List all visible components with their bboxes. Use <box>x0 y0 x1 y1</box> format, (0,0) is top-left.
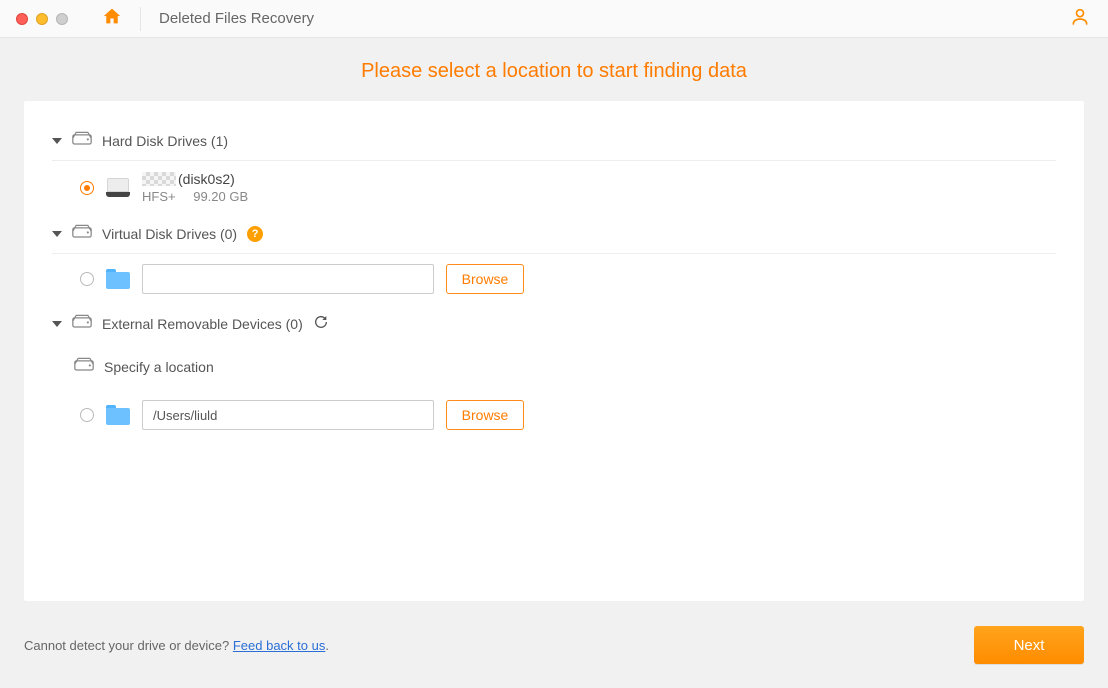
specify-location-header: Specify a location <box>52 343 1056 390</box>
specify-path-row: Browse <box>52 390 1056 444</box>
footer-suffix: . <box>325 638 329 653</box>
zoom-window-button[interactable] <box>56 13 68 25</box>
drive-thumbnail <box>142 172 176 186</box>
minimize-window-button[interactable] <box>36 13 48 25</box>
instruction-banner: Please select a location to start findin… <box>0 38 1108 101</box>
radio-select-specify[interactable] <box>80 408 94 422</box>
drive-icon <box>72 314 92 333</box>
window-controls <box>16 13 68 25</box>
next-button[interactable]: Next <box>974 626 1084 664</box>
titlebar: Deleted Files Recovery <box>0 0 1108 38</box>
refresh-icon[interactable] <box>313 314 329 333</box>
section-external-devices: External Removable Devices (0) Specify a… <box>52 314 1056 444</box>
section-header-hdd[interactable]: Hard Disk Drives (1) <box>52 131 1056 161</box>
vdd-path-row: Browse <box>52 254 1056 308</box>
footer: Cannot detect your drive or device? Feed… <box>0 626 1108 688</box>
section-header-ext[interactable]: External Removable Devices (0) <box>52 314 1056 343</box>
drive-icon <box>72 224 92 243</box>
feedback-link[interactable]: Feed back to us <box>233 638 326 653</box>
drive-name: (disk0s2) <box>178 171 235 187</box>
section-label: Virtual Disk Drives (0) <box>102 226 237 242</box>
location-card: Hard Disk Drives (1) (disk0s2) HFS+ 99.2… <box>24 101 1084 601</box>
footer-prompt: Cannot detect your drive or device? <box>24 638 233 653</box>
browse-button-specify[interactable]: Browse <box>446 400 524 430</box>
section-hard-disk-drives: Hard Disk Drives (1) (disk0s2) HFS+ 99.2… <box>52 131 1056 218</box>
drive-icon <box>72 131 92 150</box>
section-header-vdd[interactable]: Virtual Disk Drives (0) ? <box>52 224 1056 254</box>
close-window-button[interactable] <box>16 13 28 25</box>
folder-icon <box>106 405 130 425</box>
specify-path-input[interactable] <box>142 400 434 430</box>
drive-size: 99.20 GB <box>193 189 248 204</box>
footer-text: Cannot detect your drive or device? Feed… <box>24 638 329 653</box>
browse-button-vdd[interactable]: Browse <box>446 264 524 294</box>
hard-drive-icon <box>106 178 130 197</box>
chevron-down-icon <box>52 231 62 237</box>
page-title: Deleted Files Recovery <box>159 10 314 27</box>
folder-icon <box>106 269 130 289</box>
specify-label: Specify a location <box>104 359 214 375</box>
section-label: Hard Disk Drives (1) <box>102 133 228 149</box>
home-icon[interactable] <box>102 7 122 30</box>
drive-meta: (disk0s2) HFS+ 99.20 GB <box>142 171 248 204</box>
drive-icon <box>74 357 94 376</box>
radio-select-vdd[interactable] <box>80 272 94 286</box>
account-icon[interactable] <box>1070 6 1090 31</box>
chevron-down-icon <box>52 138 62 144</box>
drive-filesystem: HFS+ <box>142 189 176 204</box>
help-icon[interactable]: ? <box>247 226 263 242</box>
vdd-path-input[interactable] <box>142 264 434 294</box>
radio-select-drive[interactable] <box>80 181 94 195</box>
drive-row-disk0s2[interactable]: (disk0s2) HFS+ 99.20 GB <box>52 161 1056 218</box>
chevron-down-icon <box>52 321 62 327</box>
section-virtual-disk-drives: Virtual Disk Drives (0) ? Browse <box>52 224 1056 308</box>
section-label: External Removable Devices (0) <box>102 316 303 332</box>
